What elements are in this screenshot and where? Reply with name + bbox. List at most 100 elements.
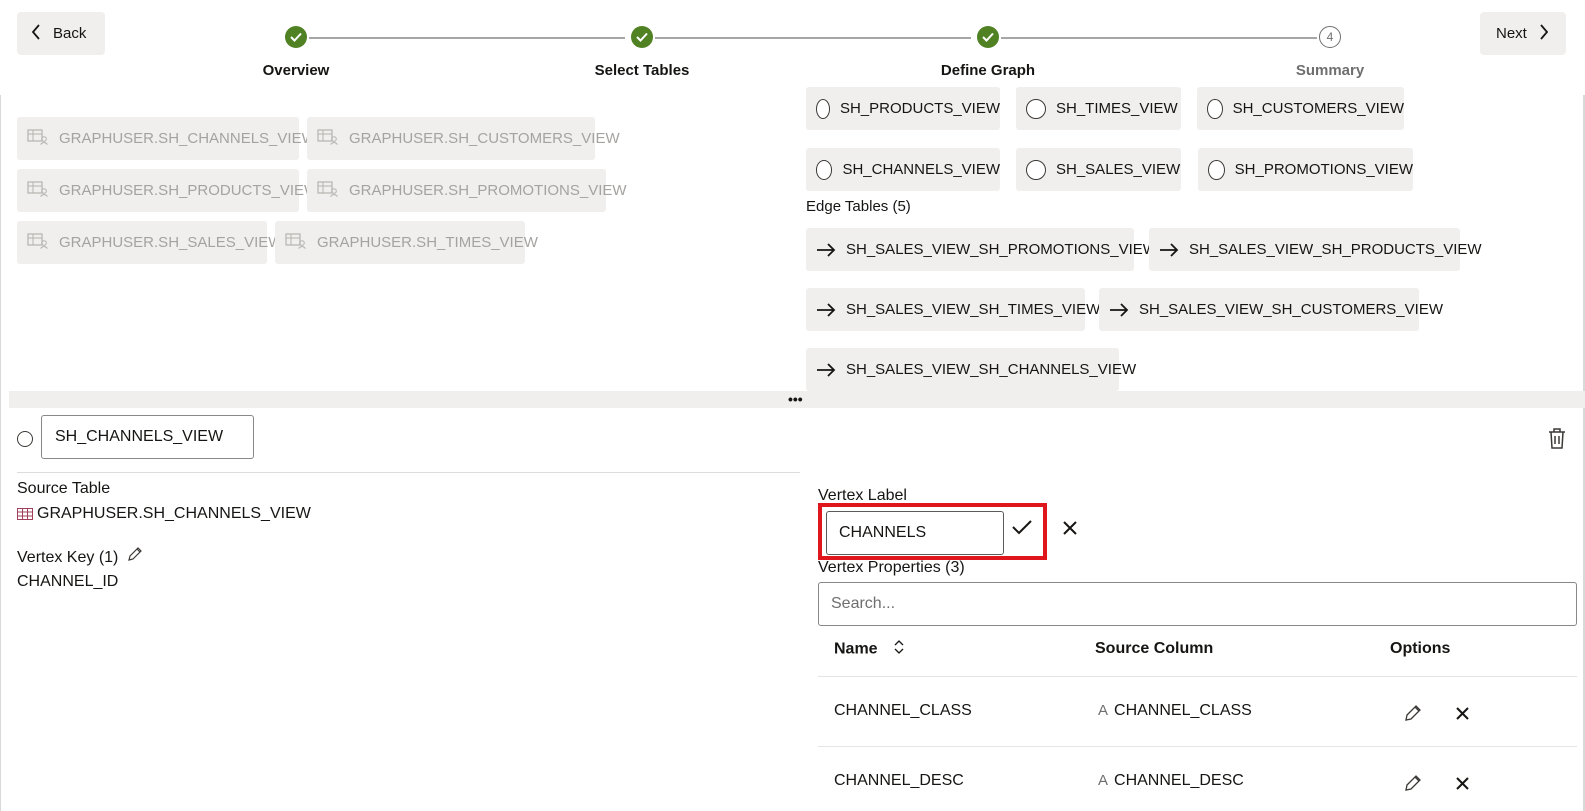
edge-table-chip[interactable]: SH_SALES_VIEW_SH_CUSTOMERS_VIEW	[1099, 288, 1443, 331]
radio-icon	[1208, 159, 1225, 180]
edge-tables-title: Edge Tables (5)	[806, 198, 911, 215]
step-label-define-graph[interactable]: Define Graph	[908, 62, 1068, 79]
property-source-column: A CHANNEL_CLASS	[1098, 702, 1252, 720]
step-4-number: 4	[1319, 26, 1341, 48]
property-name: CHANNEL_CLASS	[834, 702, 972, 719]
source-table-label: GRAPHUSER.SH_SALES_VIEW	[59, 234, 283, 251]
table-user-icon	[317, 128, 339, 149]
step-label-summary[interactable]: Summary	[1250, 62, 1410, 79]
table-user-icon	[27, 232, 49, 253]
vertex-table-chip[interactable]: SH_PROMOTIONS_VIEW	[1198, 148, 1413, 191]
edge-table-label: SH_SALES_VIEW_SH_CUSTOMERS_VIEW	[1139, 301, 1443, 318]
wizard-stepper: 4 Overview Select Tables Define Graph Su…	[0, 0, 1585, 95]
edge-table-chip[interactable]: SH_SALES_VIEW_SH_TIMES_VIEW	[806, 288, 1100, 331]
vertex-key-value: CHANNEL_ID	[17, 573, 119, 590]
next-label: Next	[1496, 25, 1527, 42]
row-separator	[818, 746, 1577, 747]
vertex-table-label: SH_CHANNELS_VIEW	[842, 161, 1000, 178]
column-header-name[interactable]: Name	[834, 640, 904, 659]
panel-border	[0, 95, 1, 811]
row-separator	[818, 676, 1577, 677]
source-column-value: CHANNEL_DESC	[1114, 772, 1244, 789]
source-table-chip: GRAPHUSER.SH_TIMES_VIEW	[275, 221, 538, 264]
edit-pencil-icon[interactable]	[1404, 774, 1422, 796]
sort-icon[interactable]	[894, 640, 904, 658]
string-type-icon: A	[1098, 702, 1109, 719]
radio-icon	[816, 98, 830, 119]
property-name: CHANNEL_DESC	[834, 772, 964, 789]
source-table-chip: GRAPHUSER.SH_PROMOTIONS_VIEW	[307, 169, 627, 212]
step-1-check-icon	[285, 26, 307, 48]
source-table-label: GRAPHUSER.SH_CHANNELS_VIEW	[59, 130, 316, 147]
next-button[interactable]: Next	[1480, 12, 1566, 55]
remove-close-icon[interactable]	[1456, 707, 1469, 724]
table-user-icon	[27, 128, 49, 149]
vertex-table-label: SH_CUSTOMERS_VIEW	[1232, 100, 1404, 117]
vertex-key-label: Vertex Key (1)	[17, 549, 119, 566]
arrow-right-icon	[1109, 302, 1129, 317]
step-label-select-tables[interactable]: Select Tables	[562, 62, 722, 79]
vertex-table-chip[interactable]: SH_CHANNELS_VIEW	[806, 148, 1000, 191]
property-source-column: A CHANNEL_DESC	[1098, 772, 1244, 790]
source-table-chip: GRAPHUSER.SH_CUSTOMERS_VIEW	[307, 117, 620, 160]
arrow-right-icon	[816, 362, 836, 377]
vertex-table-chip[interactable]: SH_PRODUCTS_VIEW	[806, 87, 1000, 130]
arrow-right-icon	[816, 242, 836, 257]
vertex-table-chip[interactable]: SH_TIMES_VIEW	[1016, 87, 1181, 130]
arrow-right-icon	[1159, 242, 1179, 257]
cancel-close-icon[interactable]	[1063, 521, 1077, 539]
edge-table-label: SH_SALES_VIEW_SH_PRODUCTS_VIEW	[1189, 241, 1482, 258]
step-2-check-icon	[631, 26, 653, 48]
pencil-icon[interactable]	[127, 546, 143, 566]
edge-table-label: SH_SALES_VIEW_SH_CHANNELS_VIEW	[846, 361, 1137, 378]
divider	[17, 472, 800, 473]
delete-icon[interactable]	[1547, 427, 1567, 453]
vertex-label-input[interactable]: CHANNELS	[826, 511, 1004, 555]
column-header-name-label: Name	[834, 640, 878, 658]
vertex-table-label: SH_TIMES_VIEW	[1056, 100, 1178, 117]
confirm-check-icon[interactable]	[1012, 519, 1032, 539]
vertex-table-chip[interactable]: SH_CUSTOMERS_VIEW	[1197, 87, 1404, 130]
back-button[interactable]: Back	[17, 12, 105, 55]
arrow-right-icon	[816, 302, 836, 317]
search-input[interactable]: Search...	[818, 582, 1577, 626]
source-table-label: GRAPHUSER.SH_PROMOTIONS_VIEW	[349, 182, 627, 199]
source-table-label: GRAPHUSER.SH_PRODUCTS_VIEW	[59, 182, 319, 199]
step-connector	[655, 37, 971, 39]
radio-icon	[1026, 98, 1046, 119]
table-user-icon	[317, 180, 339, 201]
step-connector	[1001, 37, 1317, 39]
string-type-icon: A	[1098, 772, 1109, 789]
vertex-table-label: SH_PROMOTIONS_VIEW	[1234, 161, 1413, 178]
source-table-label: GRAPHUSER.SH_CUSTOMERS_VIEW	[349, 130, 620, 147]
vertex-properties-title: Vertex Properties (3)	[818, 559, 965, 576]
edge-table-chip[interactable]: SH_SALES_VIEW_SH_PROMOTIONS_VIEW	[806, 228, 1157, 271]
step-connector	[309, 37, 625, 39]
radio-icon	[1207, 98, 1223, 119]
vertex-name-input[interactable]: SH_CHANNELS_VIEW	[41, 415, 254, 459]
source-table-label: Source Table	[17, 480, 111, 497]
edge-table-chip[interactable]: SH_SALES_VIEW_SH_CHANNELS_VIEW	[806, 348, 1136, 391]
drag-handle-icon[interactable]: •••	[788, 392, 803, 406]
edge-table-chip[interactable]: SH_SALES_VIEW_SH_PRODUCTS_VIEW	[1149, 228, 1482, 271]
step-label-overview[interactable]: Overview	[216, 62, 376, 79]
table-user-icon	[285, 232, 307, 253]
table-user-icon	[27, 180, 49, 201]
source-table-value: GRAPHUSER.SH_CHANNELS_VIEW	[37, 505, 311, 522]
radio-icon	[816, 159, 833, 180]
radio-icon	[1026, 159, 1046, 180]
edge-table-label: SH_SALES_VIEW_SH_TIMES_VIEW	[846, 301, 1101, 318]
panel-splitter[interactable]: •••	[9, 391, 1585, 408]
source-table-label: GRAPHUSER.SH_TIMES_VIEW	[317, 234, 538, 251]
vertex-table-chip[interactable]: SH_SALES_VIEW	[1016, 148, 1181, 191]
table-icon	[17, 507, 33, 524]
step-3-check-icon	[977, 26, 999, 48]
source-table-chip: GRAPHUSER.SH_CHANNELS_VIEW	[17, 117, 316, 160]
edit-pencil-icon[interactable]	[1404, 704, 1422, 726]
remove-close-icon[interactable]	[1456, 777, 1469, 794]
column-header-source: Source Column	[1095, 640, 1214, 657]
vertex-radio[interactable]	[17, 431, 33, 447]
back-label: Back	[53, 25, 87, 42]
edge-table-label: SH_SALES_VIEW_SH_PROMOTIONS_VIEW	[846, 241, 1157, 258]
source-column-value: CHANNEL_CLASS	[1114, 702, 1252, 719]
